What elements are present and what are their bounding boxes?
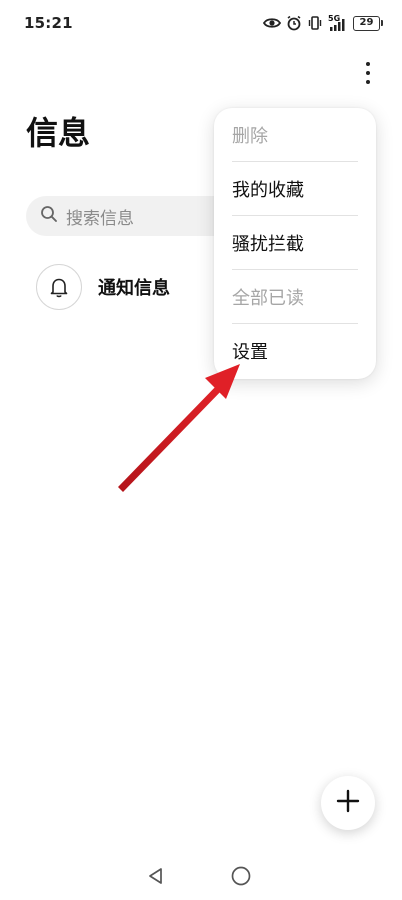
battery-icon: 29 — [353, 15, 383, 31]
menu-item-favorites[interactable]: 我的收藏 — [232, 162, 358, 216]
back-icon[interactable] — [146, 866, 166, 890]
alarm-icon — [286, 15, 302, 31]
search-icon — [40, 205, 58, 227]
page-title: 信息 — [26, 114, 91, 152]
bell-icon — [36, 264, 82, 310]
menu-item-settings[interactable]: 设置 — [232, 324, 358, 378]
status-time: 15:21 — [24, 14, 73, 32]
network-type: 5G — [328, 13, 341, 23]
menu-item-spam-block[interactable]: 骚扰拦截 — [232, 216, 358, 270]
signal-icon: 5G — [328, 13, 348, 31]
notifications-label: 通知信息 — [98, 278, 170, 299]
home-icon[interactable] — [230, 865, 252, 891]
navigation-bar — [0, 856, 402, 900]
new-message-button[interactable] — [321, 776, 375, 830]
search-placeholder: 搜索信息 — [66, 208, 134, 229]
status-bar: 15:21 5G 29 — [0, 0, 402, 46]
list-item-notifications[interactable]: 通知信息 — [36, 264, 170, 310]
more-vertical-icon[interactable] — [356, 58, 380, 88]
battery-level: 29 — [359, 16, 374, 28]
menu-item-delete[interactable]: 删除 — [232, 108, 358, 162]
plus-icon — [336, 789, 360, 817]
eye-icon — [263, 16, 281, 30]
vibrate-icon — [307, 15, 323, 31]
status-icons: 5G 29 — [263, 13, 383, 31]
menu-item-mark-all-read[interactable]: 全部已读 — [232, 270, 358, 324]
overflow-menu: 删除 我的收藏 骚扰拦截 全部已读 设置 — [214, 108, 376, 379]
